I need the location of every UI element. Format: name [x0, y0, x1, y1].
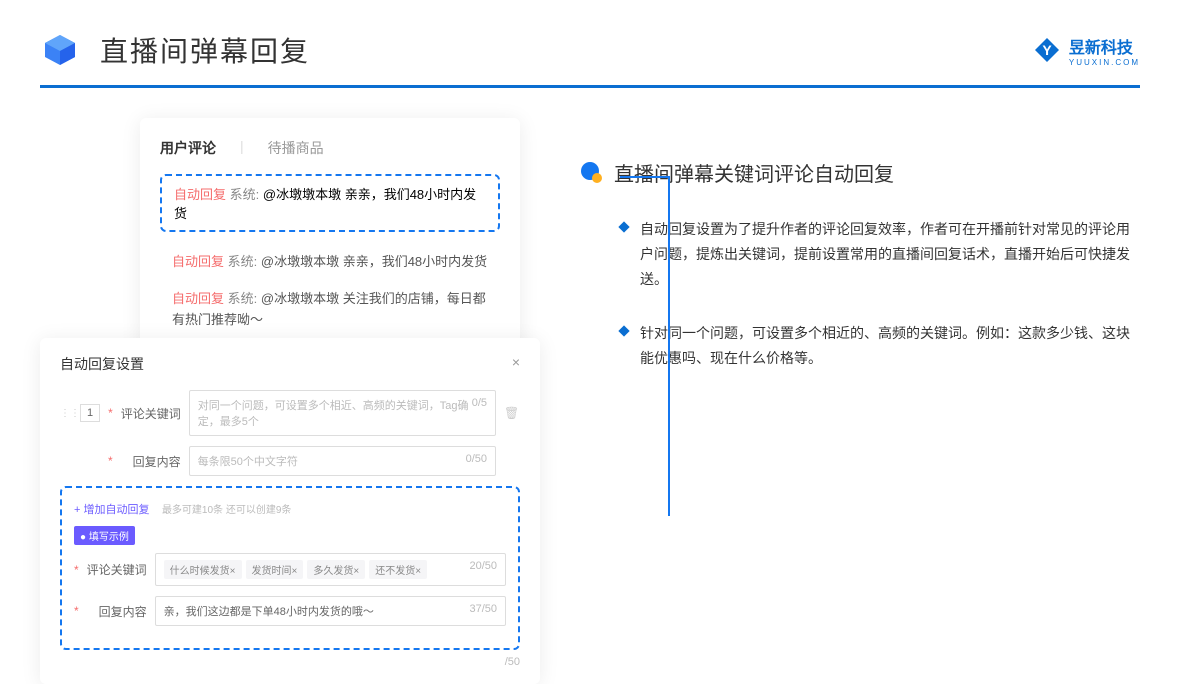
- highlighted-comment: 自动回复 系统: @冰墩墩本墩 亲亲，我们48小时内发货: [160, 174, 500, 232]
- counter: 0/5: [472, 397, 487, 429]
- required-star: *: [74, 604, 79, 618]
- chat-bubble-icon: [580, 161, 604, 185]
- ex-content-label: 回复内容: [87, 603, 147, 620]
- auto-reply-tag: 自动回复: [172, 254, 224, 269]
- tab-comments[interactable]: 用户评论: [160, 138, 216, 158]
- brand-logo: Y 昱新科技 YUUXIN.COM: [1033, 34, 1140, 67]
- item-number: 1: [80, 404, 100, 422]
- bullet-text: 自动回复设置为了提升作者的评论回复效率，作者可在开播前针对常见的评论用户问题，提…: [640, 217, 1140, 293]
- keyword-chip: 什么时候发货×: [164, 560, 242, 579]
- ex-keyword-label: 评论关键词: [87, 561, 147, 578]
- keyword-chip: 发货时间×: [246, 560, 304, 579]
- ex-content-input: 亲，我们这边都是下单48小时内发货的哦～ 37/50: [155, 596, 506, 626]
- drag-handle-icon[interactable]: ⋮⋮: [60, 408, 72, 419]
- example-section: + 增加自动回复 最多可建10条 还可以创建9条 ● 填写示例 * 评论关键词 …: [60, 486, 520, 650]
- settings-card: 自动回复设置 × ⋮⋮ 1 * 评论关键词 对同一个问题，可设置多个相近、高频的…: [40, 338, 540, 684]
- example-badge: ● 填写示例: [74, 526, 135, 545]
- cube-icon: [40, 30, 80, 70]
- keyword-label: 评论关键词: [121, 405, 181, 422]
- bullet-text: 针对同一个问题，可设置多个相近的、高频的关键词。例如：这款多少钱、这块能优惠吗、…: [640, 321, 1140, 371]
- keyword-input[interactable]: 对同一个问题，可设置多个相近、高频的关键词，Tag确定，最多5个 0/5: [189, 390, 496, 436]
- counter: 37/50: [469, 603, 497, 619]
- logo-text: 昱新科技: [1069, 40, 1133, 57]
- add-hint: 最多可建10条 还可以创建9条: [162, 505, 291, 516]
- tab-separator: |: [240, 138, 244, 158]
- keyword-chip: 还不发货×: [369, 560, 427, 579]
- svg-text:Y: Y: [1042, 42, 1052, 58]
- keyword-chip: 多久发货×: [307, 560, 365, 579]
- settings-title: 自动回复设置: [60, 354, 144, 374]
- counter: 20/50: [469, 560, 497, 579]
- add-reply-link[interactable]: + 增加自动回复: [74, 504, 149, 516]
- header-divider: [40, 85, 1140, 88]
- section-title: 直播间弹幕关键词评论自动回复: [614, 158, 894, 187]
- ex-keyword-input: 什么时候发货× 发货时间× 多久发货× 还不发货× 20/50: [155, 553, 506, 586]
- auto-reply-tag: 自动回复: [174, 187, 226, 202]
- page-title: 直播间弹幕回复: [100, 30, 310, 70]
- system-label: 系统:: [228, 254, 258, 269]
- diamond-bullet-icon: [618, 221, 629, 232]
- outer-counter: /50: [60, 656, 520, 668]
- diamond-bullet-icon: [618, 325, 629, 336]
- required-star: *: [108, 454, 113, 468]
- close-icon[interactable]: ×: [512, 354, 520, 374]
- comment-item: 自动回复 系统: @冰墩墩本墩 关注我们的店铺，每日都有热门推荐呦～: [160, 281, 500, 339]
- counter: 0/50: [466, 453, 487, 469]
- trash-icon[interactable]: 🗑: [504, 406, 520, 420]
- comment-item: 自动回复 系统: @冰墩墩本墩 亲亲，我们48小时内发货: [160, 244, 500, 281]
- tab-products[interactable]: 待播商品: [268, 138, 324, 158]
- system-label: 系统:: [230, 187, 260, 202]
- content-label: 回复内容: [121, 453, 181, 470]
- comment-text: @冰墩墩本墩 亲亲，我们48小时内发货: [261, 254, 487, 269]
- logo-subtext: YUUXIN.COM: [1069, 58, 1140, 67]
- comments-card: 用户评论 | 待播商品 自动回复 系统: @冰墩墩本墩 亲亲，我们48小时内发货…: [140, 118, 520, 358]
- required-star: *: [108, 406, 113, 420]
- system-label: 系统:: [228, 291, 258, 306]
- required-star: *: [74, 563, 79, 577]
- auto-reply-tag: 自动回复: [172, 291, 224, 306]
- content-input[interactable]: 每条限50个中文字符 0/50: [189, 446, 496, 476]
